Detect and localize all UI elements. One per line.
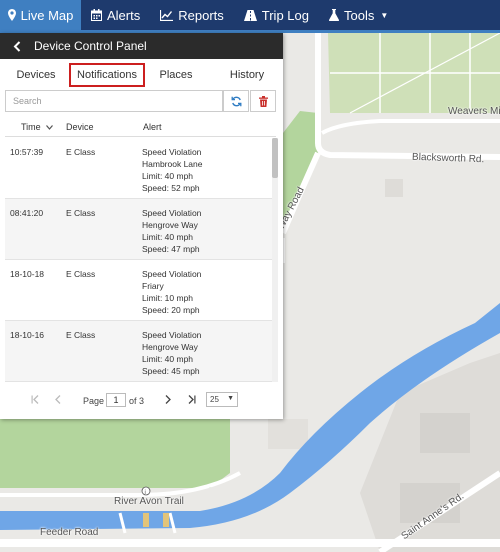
calendar-icon [91,9,102,21]
tab-history[interactable]: History [222,65,272,85]
tab-places[interactable]: Places [152,65,200,85]
map-label-river-trail: River Avon Trail [114,496,184,507]
column-header-alert[interactable]: Alert [143,122,162,132]
notifications-list: 10:57:39 E Class Speed Violation Hambroo… [5,138,272,384]
alert-speed: Speed: 47 mph [142,244,200,254]
table-row[interactable]: 18-10-16 E Class Speed Violation Hengrov… [5,321,272,382]
alert-location: Hambrook Lane [142,159,203,169]
tab-notifications[interactable]: Notifications [69,63,145,87]
caret-down-icon: ▼ [380,10,389,20]
cell-alert: Speed Violation Hengrove Way Limit: 40 m… [142,329,201,377]
next-page-button[interactable] [165,395,171,407]
nav-alerts[interactable]: Alerts [81,0,150,30]
nav-live-map[interactable]: Live Map [0,0,81,30]
alert-limit: Limit: 40 mph [142,354,194,364]
alert-location: Friary [142,281,164,291]
last-page-icon [188,395,196,404]
caret-down-icon: ▼ [227,395,234,402]
alert-limit: Limit: 40 mph [142,232,194,242]
alert-type: Speed Violation [142,330,202,340]
column-header-time[interactable]: Time [21,122,54,132]
map-label-weavers: Weavers Mill [448,106,500,117]
cell-device: E Class [66,269,96,279]
panel-header: Device Control Panel [0,33,283,59]
column-header-device[interactable]: Device [66,122,94,132]
refresh-button[interactable] [223,90,249,112]
nav-label: Live Map [20,7,74,23]
list-scrollbar[interactable] [272,138,278,382]
chevron-down-icon [46,122,54,132]
table-row[interactable]: 08:41:20 E Class Speed Violation Hengrov… [5,199,272,260]
header-divider [5,136,276,137]
trash-icon [258,95,268,107]
refresh-icon [231,96,241,106]
cell-time: 18-10-18 [10,269,45,279]
chevron-left-icon [13,40,21,52]
panel-tabs: Devices Notifications Places History [0,59,283,89]
cell-time: 10:57:39 [10,147,44,157]
flask-icon [328,9,339,21]
panel-title: Device Control Panel [34,39,147,53]
top-nav: Live Map Alerts Reports Trip Log Tools ▼ [0,0,500,30]
nav-reports[interactable]: Reports [150,0,234,30]
map-marker-icon [7,9,16,21]
cell-time: 18-10-16 [10,330,45,340]
first-page-icon [31,395,39,404]
map-label-feeder: Feeder Road [40,527,99,538]
prev-page-button[interactable] [55,395,61,407]
page-size-value: 25 [210,395,219,404]
delete-button[interactable] [250,90,276,112]
road-icon [243,9,257,21]
nav-tools[interactable]: Tools ▼ [319,0,398,30]
cell-device: E Class [66,208,96,218]
cell-device: E Class [66,147,96,157]
alert-type: Speed Violation [142,208,202,218]
alert-type: Speed Violation [142,147,202,157]
cell-alert: Speed Violation Hengrove Way Limit: 40 m… [142,207,201,255]
page-size-select[interactable]: 25 ▼ [206,392,238,407]
page-label: Page [83,396,105,406]
cell-alert: Speed Violation Hambrook Lane Limit: 40 … [142,146,202,194]
cell-device: E Class [66,330,96,340]
alert-limit: Limit: 40 mph [142,171,194,181]
page-number-input[interactable] [106,393,126,407]
nav-label: Tools [343,7,375,23]
nav-label: Reports [178,7,224,23]
chevron-right-icon [165,395,171,404]
alert-type: Speed Violation [142,269,202,279]
nav-label: Alerts [107,7,141,23]
pagination: Page of 3 25 ▼ [0,391,283,413]
tab-devices[interactable]: Devices [10,65,62,85]
first-page-button[interactable] [31,395,41,407]
alert-speed: Speed: 45 mph [142,366,200,376]
alert-speed: Speed: 20 mph [142,305,200,315]
search-row [5,90,276,112]
table-row[interactable]: 18-10-18 E Class Speed Violation Friary … [5,260,272,321]
nav-trip-log[interactable]: Trip Log [234,0,319,30]
column-label: Time [21,122,41,132]
page-count: of 3 [129,396,145,406]
scrollbar-thumb[interactable] [272,138,278,178]
alert-limit: Limit: 10 mph [142,293,194,303]
back-button[interactable] [9,38,25,54]
line-chart-icon [160,9,174,21]
table-row[interactable]: 10:57:39 E Class Speed Violation Hambroo… [5,138,272,199]
alert-location: Hengrove Way [142,220,198,230]
search-input[interactable] [5,90,223,112]
nav-label: Trip Log [261,7,309,23]
alert-speed: Speed: 52 mph [142,183,200,193]
last-page-button[interactable] [186,395,196,407]
alert-location: Hengrove Way [142,342,198,352]
cell-time: 08:41:20 [10,208,44,218]
cell-alert: Speed Violation Friary Limit: 10 mph Spe… [142,268,201,316]
chevron-left-icon [55,395,61,404]
